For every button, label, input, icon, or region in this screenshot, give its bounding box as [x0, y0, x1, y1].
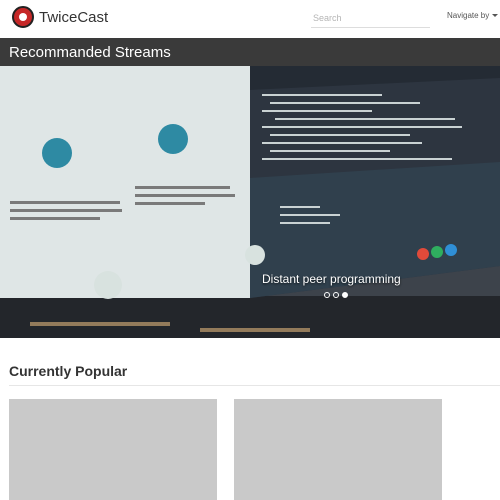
twicecast-logo-icon: [12, 6, 34, 28]
recommended-streams-header: Recommanded Streams: [0, 38, 500, 66]
navigate-dropdown-label: Navigate by: [447, 11, 490, 20]
currently-popular-title: Currently Popular: [9, 363, 128, 379]
carousel-slide-image: [0, 66, 500, 338]
chevron-down-icon: [492, 14, 499, 17]
popular-stream-card[interactable]: [234, 399, 442, 500]
search-input[interactable]: [311, 8, 430, 28]
recommended-streams-title: Recommanded Streams: [9, 44, 171, 61]
carousel-dot-1[interactable]: [324, 292, 330, 298]
brand-link[interactable]: TwiceCast: [12, 5, 108, 29]
carousel-indicators: [324, 292, 348, 298]
top-navbar: TwiceCast Navigate by: [0, 0, 500, 36]
brand-name: TwiceCast: [39, 8, 109, 26]
section-divider: [9, 385, 500, 386]
carousel-caption-text: Distant peer programming: [262, 272, 401, 286]
streams-carousel[interactable]: [0, 66, 500, 338]
navigate-dropdown[interactable]: Navigate by: [447, 11, 499, 20]
carousel-dot-2[interactable]: [333, 292, 339, 298]
carousel-caption: Distant peer programming: [0, 270, 500, 288]
popular-stream-card[interactable]: [9, 399, 217, 500]
carousel-dot-3[interactable]: [342, 292, 348, 298]
